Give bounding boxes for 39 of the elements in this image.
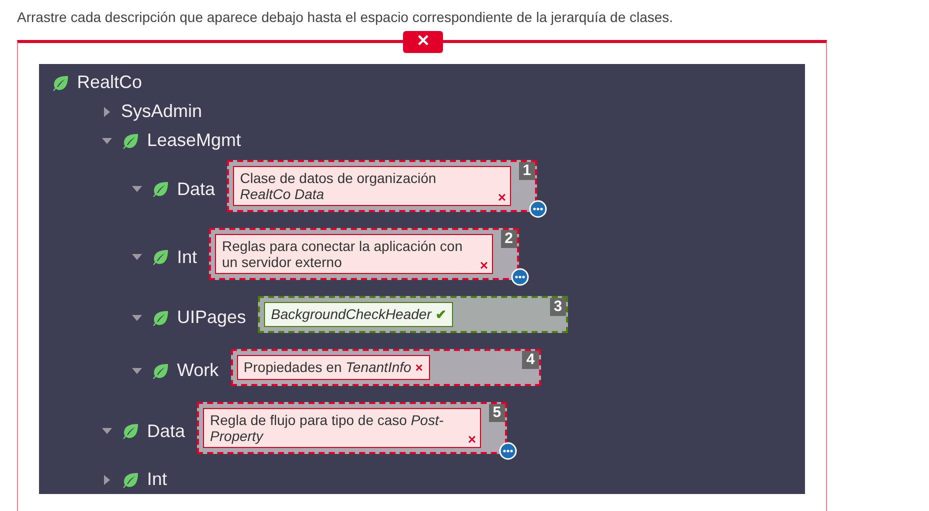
class-label[interactable]: RealtCo <box>77 69 142 96</box>
answer-card[interactable]: Regla de flujo para tipo de caso Post-Property × <box>203 408 482 448</box>
answer-card[interactable]: Reglas para conectar la aplicación con un servidor externo × <box>215 234 494 274</box>
drop-zone[interactable]: Propiedades en TenantInfo × 4 <box>230 349 541 386</box>
cross-icon: × <box>415 360 423 375</box>
answer-text: Reglas para conectar la aplicación con un servidor externo <box>222 238 462 270</box>
class-label[interactable]: Data <box>147 418 186 444</box>
class-label[interactable]: LeaseMgmt <box>147 127 242 154</box>
cross-icon[interactable]: × <box>480 258 488 272</box>
close-button[interactable]: ✕ <box>403 31 443 53</box>
zone-number: 3 <box>550 298 566 316</box>
answer-card[interactable]: Propiedades en TenantInfo × <box>236 355 430 380</box>
answer-text: BackgroundCheckHeader <box>271 306 432 322</box>
answer-text: Propiedades en TenantInfo <box>244 359 412 375</box>
class-label[interactable]: Data <box>177 176 216 202</box>
more-icon[interactable] <box>511 268 530 286</box>
answer-card[interactable]: BackgroundCheckHeader ✔ <box>264 302 454 327</box>
zone-number: 2 <box>500 230 518 248</box>
drop-zone[interactable]: Reglas para conectar la aplicación con un servidor externo × 2 <box>209 228 520 280</box>
answer-text: Clase de datos de organización RealtCo Data <box>240 170 436 202</box>
zone-number: 5 <box>488 404 506 422</box>
drop-zone[interactable]: Regla de flujo para tipo de caso Post-Property × 5 <box>197 402 508 454</box>
cross-icon[interactable]: × <box>498 190 506 204</box>
drop-zone[interactable]: BackgroundCheckHeader ✔ 3 <box>258 296 568 333</box>
zone-number: 1 <box>518 162 536 180</box>
class-label[interactable]: Int <box>177 244 198 270</box>
drop-zone[interactable]: Clase de datos de organización RealtCo Data × 1 <box>227 160 538 212</box>
zone-number: 4 <box>522 351 539 369</box>
instruction-text: Arrastre cada descripción que aparece debajo hasta el espacio correspondiente de la jerarquía de clases. <box>16 8 674 27</box>
class-label[interactable]: Work <box>177 357 219 384</box>
class-label[interactable]: UIPages <box>177 304 246 331</box>
check-icon: ✔ <box>435 307 446 322</box>
more-icon[interactable] <box>529 200 548 218</box>
answer-card[interactable]: Clase de datos de organización RealtCo Data × <box>233 166 512 206</box>
cross-icon[interactable]: × <box>468 432 476 446</box>
more-icon[interactable] <box>499 442 518 460</box>
class-label[interactable]: Int <box>147 466 168 493</box>
answer-text: Regla de flujo para tipo de caso Post-Property <box>210 412 444 444</box>
class-label[interactable]: SysAdmin <box>121 98 202 125</box>
